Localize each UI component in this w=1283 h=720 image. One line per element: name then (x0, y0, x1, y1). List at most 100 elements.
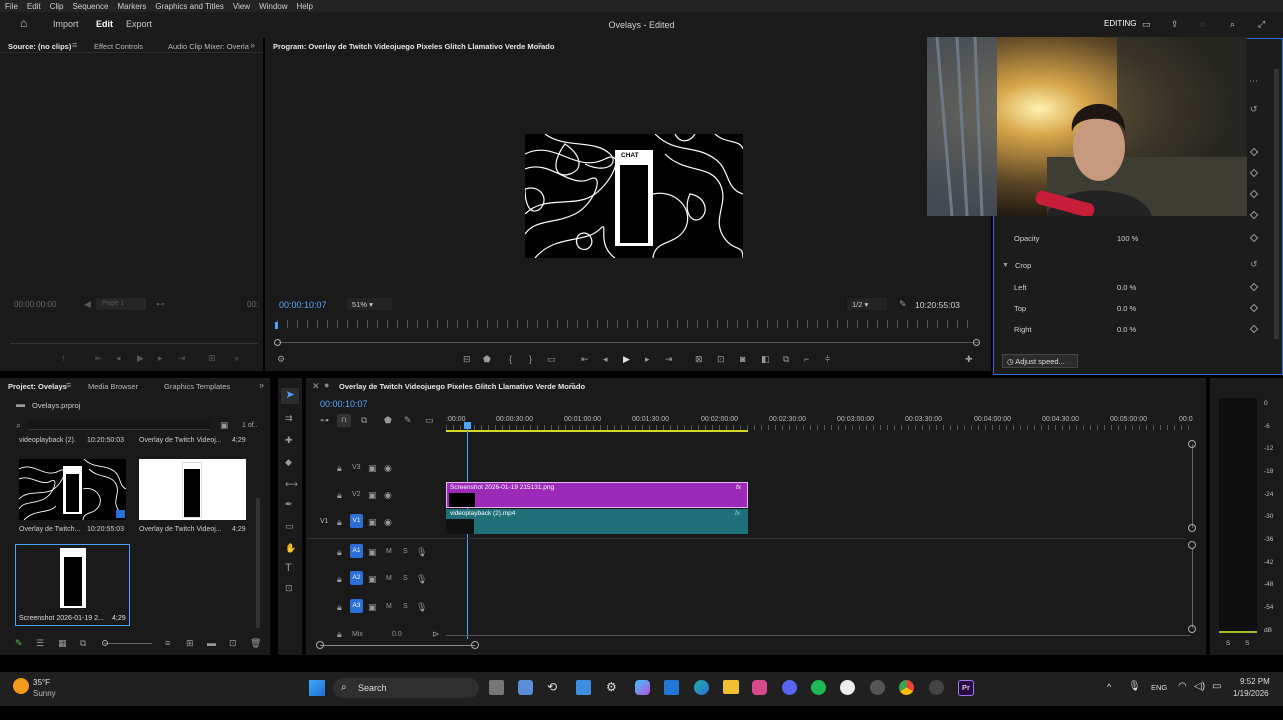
more-icon[interactable]: ⋯ (1249, 77, 1258, 86)
play-icon[interactable]: ▶ (623, 355, 630, 364)
more-panels-icon[interactable]: » (250, 41, 255, 50)
insert-nest-icon[interactable]: ⊶ (320, 416, 329, 425)
thumbnail-topo-overlay[interactable] (19, 459, 126, 520)
sync-lock-icon[interactable]: ▣ (368, 575, 377, 584)
weather-temp[interactable]: 35°F (33, 678, 50, 687)
project-scrollbar[interactable] (256, 498, 260, 628)
lock-icon[interactable]: 🔒︎ (337, 491, 342, 500)
item-name[interactable]: Overlay de Twitch Videoj... (139, 437, 222, 444)
menu-markers[interactable]: Markers (118, 2, 147, 11)
workspace-label[interactable]: EDITING (1104, 19, 1136, 28)
new-bin-icon[interactable]: ▬ (207, 639, 216, 648)
work-area-bar[interactable] (446, 430, 748, 432)
widgets-icon[interactable] (518, 680, 533, 695)
solo-button[interactable]: S (403, 603, 408, 610)
scroll-end-handle[interactable] (471, 641, 479, 649)
keyframe-icon[interactable] (1249, 282, 1259, 292)
add-button-icon[interactable]: ✚ (965, 355, 973, 364)
compare-icon[interactable]: ◧ (761, 355, 770, 364)
source-patch-v1[interactable]: V1 (320, 518, 329, 525)
app-icon[interactable] (929, 680, 944, 695)
step-forward-icon[interactable]: ▸ (645, 355, 650, 364)
eye-icon[interactable]: ◉ (384, 464, 392, 473)
menu-sequence[interactable]: Sequence (72, 2, 108, 11)
microphone-icon[interactable]: 🎙︎ (416, 575, 427, 584)
source-timecode[interactable]: 00:00:00:00 (14, 300, 56, 309)
fx-badge[interactable]: fx (736, 484, 741, 491)
app-icon[interactable]: ⟲ (547, 680, 562, 695)
slip-tool-icon[interactable]: ⟷ (285, 480, 298, 489)
lift-icon[interactable]: ⊟ (463, 355, 471, 364)
menu-view[interactable]: View (233, 2, 250, 11)
snap-icon[interactable]: ∩ (337, 414, 351, 427)
share-icon[interactable]: ⇪ (1171, 19, 1179, 30)
panel-menu-icon[interactable]: ≡ (72, 41, 77, 50)
menu-help[interactable]: Help (297, 2, 313, 11)
quality-select[interactable]: 1/2 ▾ (847, 298, 887, 310)
obs-icon[interactable] (840, 680, 855, 695)
scroll-handle[interactable] (1188, 440, 1196, 448)
sync-lock-icon[interactable]: ▣ (368, 491, 377, 500)
track-select-icon[interactable]: ⇉ (285, 414, 293, 423)
play-icon[interactable]: ▶ (137, 354, 144, 363)
app-icon[interactable] (870, 680, 885, 695)
edge-icon[interactable] (694, 680, 709, 695)
eye-icon[interactable]: ◉ (384, 491, 392, 500)
search-icon[interactable]: ⌕ (1230, 19, 1235, 30)
hand-tool-icon[interactable]: ✋ (285, 544, 296, 553)
store-icon[interactable] (576, 680, 591, 695)
type-tool-icon[interactable]: T (285, 563, 292, 574)
timeline-h-scrollbar[interactable] (320, 645, 475, 646)
settings-icon[interactable]: ⚙ (277, 355, 285, 364)
time-ruler[interactable]: :00:00 00:00:30:00 00:01:00:00 00:01:30:… (446, 414, 1193, 434)
lock-icon[interactable]: 🔒︎ (337, 464, 342, 473)
program-timecode[interactable]: 00:00:10:07 (279, 300, 327, 310)
program-scrollbar[interactable] (279, 342, 979, 343)
scroll-handle[interactable] (1188, 541, 1196, 549)
page-selector[interactable]: Page 1 (96, 298, 146, 310)
settings-icon[interactable]: ⚙ (606, 680, 621, 695)
taskbar-search[interactable]: ⌕ Search (333, 678, 479, 698)
fx-badge[interactable]: fx (735, 510, 740, 517)
lock-icon[interactable]: 🔒︎ (337, 518, 342, 527)
file-explorer-icon[interactable] (723, 680, 739, 694)
marker-icon[interactable]: ⬟ (483, 355, 491, 364)
rectangle-tool-icon[interactable]: ▭ (285, 522, 294, 531)
track-label-v1[interactable]: V1 (350, 514, 363, 528)
pencil-icon[interactable]: ✎ (15, 639, 23, 648)
linked-selection-icon[interactable]: ⧉ (361, 416, 367, 425)
fit-icon[interactable]: ⊷ (156, 300, 165, 309)
tab-graphics-templates[interactable]: Graphics Templates (164, 382, 230, 391)
trim-icon[interactable]: ⧉ (783, 355, 789, 364)
mark-out-icon[interactable]: } (529, 355, 532, 364)
scroll-handle[interactable] (1188, 625, 1196, 633)
source-scrubber[interactable] (10, 343, 258, 344)
keyframe-icon[interactable] (1249, 168, 1259, 178)
zoom-select[interactable]: 51% ▾ (347, 298, 392, 310)
premiere-pro-icon[interactable]: Pr (958, 680, 974, 696)
battery-icon[interactable]: ▭ (1212, 681, 1221, 692)
extract-icon[interactable]: ⊡ (717, 355, 725, 364)
clip-screenshot-png[interactable]: Screenshot 2026-01-19 215131.png fx (446, 482, 748, 508)
program-playhead[interactable] (275, 322, 278, 329)
program-title[interactable]: Program: Overlay de Twitch Videojuego Pi… (273, 42, 554, 51)
microphone-icon[interactable]: 🎙︎ (1128, 681, 1141, 692)
mark-in-icon[interactable]: ⟊ (62, 354, 64, 363)
reset-icon[interactable]: ↺ (1250, 105, 1258, 114)
caption-tool-icon[interactable]: ⊡ (285, 584, 293, 593)
go-out-icon[interactable]: ⇥ (178, 354, 186, 363)
pen-tool-icon[interactable]: ✒ (285, 500, 293, 509)
project-search-input[interactable] (28, 420, 210, 430)
solo-left-button[interactable]: S (1226, 640, 1230, 647)
chrome-icon[interactable] (899, 680, 914, 695)
app-icon[interactable] (752, 680, 767, 695)
clock-time[interactable]: 9:52 PM (1240, 677, 1270, 686)
menu-file[interactable]: File (5, 2, 18, 11)
keyframe-icon[interactable] (1249, 210, 1259, 220)
program-ruler[interactable] (277, 320, 977, 328)
clip-videoplayback-mp4[interactable]: videoplayback (2).mp4 fx (446, 509, 748, 534)
wrench-icon[interactable]: ✎ (899, 300, 907, 309)
safe-margins-icon[interactable]: ▭ (547, 355, 556, 364)
timeline-timecode[interactable]: 00:00:10:07 (320, 399, 368, 409)
discord-icon[interactable] (782, 680, 797, 695)
